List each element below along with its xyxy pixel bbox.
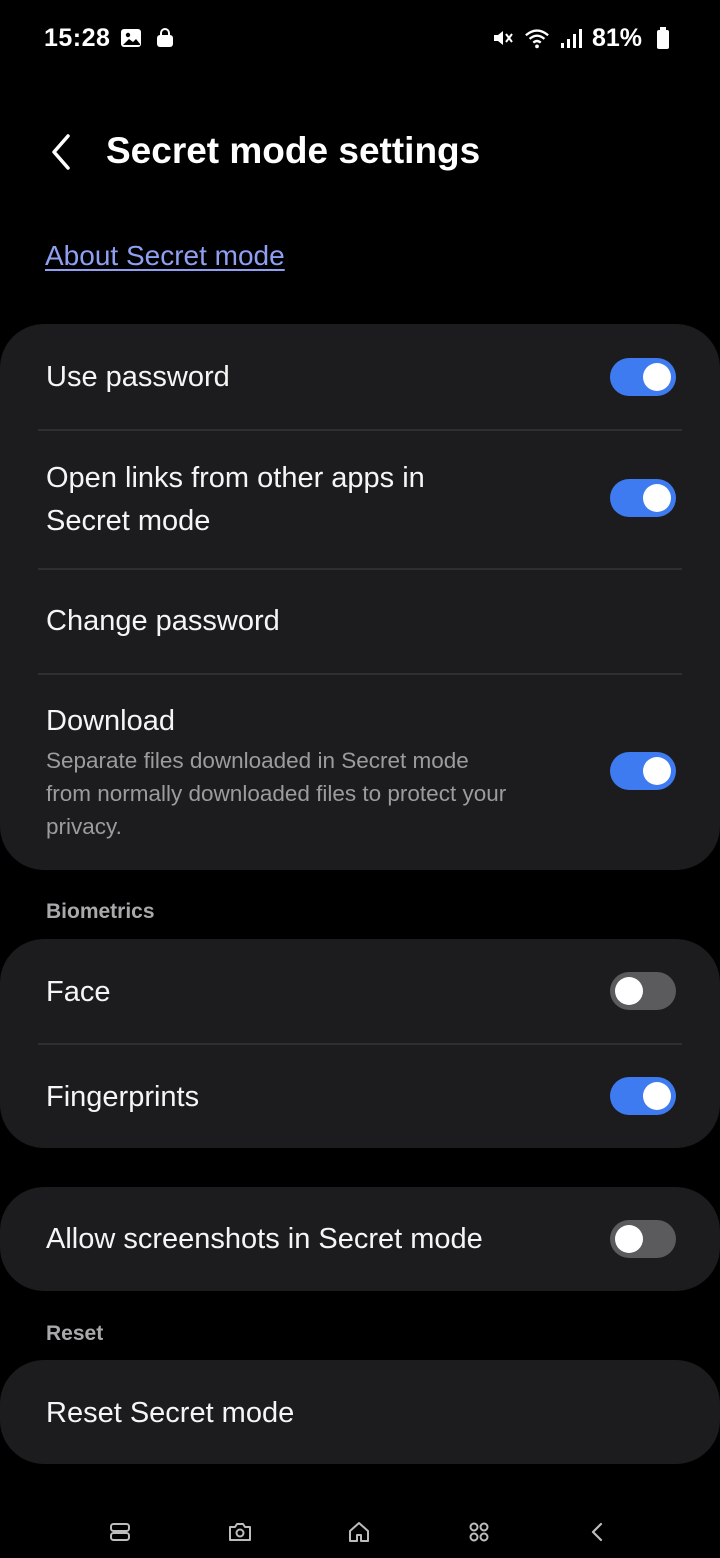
biometrics-card: Face Fingerprints (0, 939, 720, 1148)
download-label: Download (46, 705, 175, 737)
face-row[interactable]: Face (0, 939, 720, 1043)
menu-button[interactable] (461, 1514, 497, 1550)
screen: 15:28 81% Secret mode settings About Sec… (0, 0, 720, 1558)
status-time: 15:28 (44, 23, 111, 52)
face-toggle[interactable] (610, 972, 676, 1010)
nav-back-button[interactable] (580, 1514, 616, 1550)
toggle-knob (615, 1225, 643, 1253)
fingerprints-toggle[interactable] (610, 1077, 676, 1115)
mute-icon (490, 25, 516, 51)
fingerprints-label: Fingerprints (46, 1081, 200, 1113)
download-description-line3: privacy. (46, 814, 122, 839)
download-description-line2: from normally downloaded files to protec… (46, 781, 507, 806)
download-description-line1: Separate files downloaded in Secret mode (46, 748, 469, 773)
camera-icon (229, 1523, 251, 1541)
home-icon (349, 1522, 369, 1542)
toggle-knob (643, 484, 671, 512)
reset-card: Reset Secret mode (0, 1360, 720, 1464)
toggle-knob (643, 363, 671, 391)
status-bar: 15:28 81% (0, 0, 720, 76)
toggle-knob (615, 977, 643, 1005)
navigation-bar (0, 1500, 720, 1558)
signal-icon (558, 25, 584, 51)
back-button[interactable] (36, 128, 84, 176)
reset-secret-mode-row[interactable]: Reset Secret mode (0, 1360, 720, 1464)
wifi-icon (524, 25, 550, 51)
download-toggle[interactable] (610, 752, 676, 790)
toggle-knob (643, 1082, 671, 1110)
shopping-bag-icon (152, 25, 178, 51)
use-password-row[interactable]: Use password (0, 324, 720, 430)
fingerprints-row[interactable]: Fingerprints (0, 1044, 720, 1148)
gallery-icon (118, 25, 144, 51)
screenshots-card: Allow screenshots in Secret mode (0, 1187, 720, 1291)
back-icon (591, 1522, 603, 1542)
settings-card-main: Use password Open links from other apps … (0, 324, 720, 870)
allow-screenshots-label: Allow screenshots in Secret mode (46, 1223, 483, 1255)
download-row[interactable]: Download Separate files downloaded in Se… (0, 674, 720, 870)
allow-screenshots-row[interactable]: Allow screenshots in Secret mode (0, 1187, 720, 1291)
home-button[interactable] (341, 1514, 377, 1550)
reset-section-label: Reset (46, 1322, 104, 1345)
use-password-label: Use password (46, 361, 230, 393)
chevron-left-icon (52, 134, 70, 170)
open-links-label-line1: Open links from other apps in (46, 462, 425, 494)
reset-secret-mode-label: Reset Secret mode (46, 1397, 295, 1429)
tabs-icon (110, 1523, 130, 1541)
status-bar-left: 15:28 (44, 24, 178, 53)
change-password-row[interactable]: Change password (0, 569, 720, 673)
battery-icon (650, 25, 676, 51)
grid-icon (469, 1522, 489, 1542)
use-password-toggle[interactable] (610, 358, 676, 396)
page-title: Secret mode settings (106, 130, 481, 171)
battery-percent: 81% (591, 23, 642, 52)
biometrics-section-label: Biometrics (46, 900, 155, 923)
change-password-label: Change password (46, 605, 280, 637)
toggle-knob (643, 757, 671, 785)
about-secret-mode-link[interactable]: About Secret mode (45, 240, 285, 272)
face-label: Face (46, 976, 111, 1008)
app-header: Secret mode settings (0, 110, 720, 190)
status-bar-right: 81% (490, 24, 676, 53)
camera-button[interactable] (222, 1514, 258, 1550)
tabs-button[interactable] (102, 1514, 138, 1550)
allow-screenshots-toggle[interactable] (610, 1220, 676, 1258)
open-links-row[interactable]: Open links from other apps in Secret mod… (0, 430, 720, 568)
open-links-label-line2: Secret mode (46, 505, 211, 537)
open-links-toggle[interactable] (610, 479, 676, 517)
